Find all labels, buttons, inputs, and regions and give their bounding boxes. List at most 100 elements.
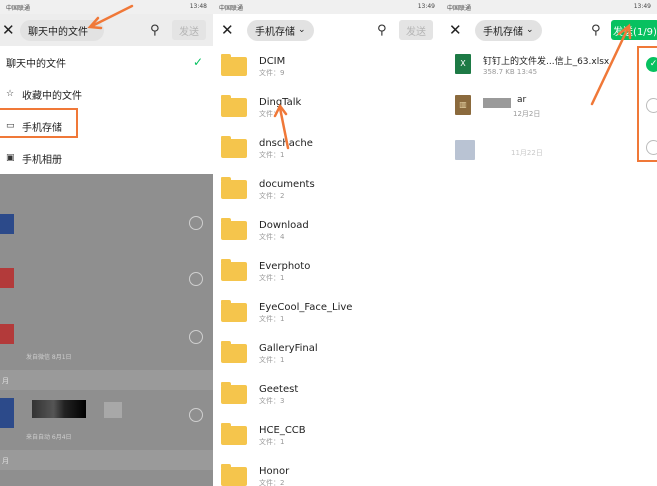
folder-row[interactable]: Download 文件：4	[213, 210, 441, 251]
folder-file-count: 文件：9	[259, 68, 285, 77]
top-bar: ✕ 手机存储 ⌄ ⚲ 发送	[213, 14, 441, 46]
folder-icon	[221, 300, 247, 322]
file-name: 钉钉上的文件发...信上_63.xlsx	[483, 57, 610, 67]
folder-text: documents 文件：2	[259, 179, 315, 201]
menu-item-chat-files[interactable]: 聊天中的文件 ✓	[0, 46, 213, 78]
folder-text: DingTalk 文件：	[259, 97, 301, 119]
folder-icon	[221, 464, 247, 486]
select-circle[interactable]	[189, 330, 203, 344]
month-divider: 月	[0, 450, 213, 470]
status-time: 13:48	[189, 3, 207, 10]
status-time: 13:49	[417, 3, 435, 10]
folder-icon	[221, 423, 247, 445]
file-row[interactable]: X 钉钉上的文件发...信上_63.xlsx 358.7 KB 13:45 ✓	[441, 48, 657, 90]
folder-row[interactable]: Geetest 文件：3	[213, 374, 441, 415]
folder-name: EyeCool_Face_Live	[259, 301, 353, 313]
folder-row[interactable]: HCE_CCB 文件：1	[213, 415, 441, 456]
source-menu: 聊天中的文件 ✓ ☆ 收藏中的文件 ▭ 手机存储 ▣ 手机相册	[0, 46, 213, 174]
folder-file-count: 文件：1	[259, 314, 285, 323]
folder-icon	[221, 177, 247, 199]
chevron-down-icon: ⌄	[298, 25, 306, 35]
select-circle[interactable]	[189, 272, 203, 286]
list-item	[0, 196, 213, 252]
menu-item-phone-album[interactable]: ▣ 手机相册	[0, 142, 213, 174]
folder-icon	[221, 382, 247, 404]
folder-row[interactable]: dnschache 文件：1	[213, 128, 441, 169]
folder-row[interactable]: documents 文件：2	[213, 169, 441, 210]
status-bar: 中国联通 13:48	[0, 0, 213, 14]
folder-text: dnschache 文件：1	[259, 138, 313, 160]
select-circle[interactable]	[189, 216, 203, 230]
top-bar: ✕ 手机存储 ⌄ ⚲ 发送(1/9)	[441, 14, 657, 46]
status-time: 13:49	[633, 3, 651, 10]
folder-file-count: 文件：	[259, 109, 280, 118]
list-item: 发自微信 8月1日	[0, 312, 213, 368]
folder-name: Everphoto	[259, 260, 311, 272]
folder-text: DCIM 文件：9	[259, 56, 285, 78]
list-item	[0, 254, 213, 310]
folder-row[interactable]: Honor 文件：2	[213, 456, 441, 486]
menu-item-label: 聊天中的文件	[6, 58, 66, 70]
send-button[interactable]: 发送(1/9)	[611, 20, 657, 40]
send-button[interactable]: 发送	[172, 20, 206, 40]
close-icon[interactable]: ✕	[221, 21, 239, 39]
folder-icon	[221, 54, 247, 76]
menu-item-phone-storage[interactable]: ▭ 手机存储	[0, 110, 213, 142]
select-checkbox[interactable]	[646, 140, 657, 155]
status-bar: 中国联通 13:49	[441, 0, 657, 14]
source-dropdown[interactable]: 聊天中的文件 ˆ	[20, 19, 104, 41]
folder-text: EyeCool_Face_Live 文件：1	[259, 302, 352, 324]
month-divider: 月	[0, 370, 213, 390]
folder-row[interactable]: DCIM 文件：9	[213, 46, 441, 87]
chevron-up-icon: ˆ	[91, 25, 96, 35]
file-date: 来自自动 6月4日	[26, 434, 72, 441]
folder-icon	[221, 95, 247, 117]
star-icon: ☆	[6, 89, 15, 99]
carrier-label: 中国联通	[6, 5, 31, 12]
file-thumbnail	[0, 268, 14, 288]
carrier-label: 中国联通	[447, 5, 472, 12]
top-bar: ✕ 聊天中的文件 ˆ ⚲ 发送	[0, 14, 213, 46]
folder-name: Honor	[259, 465, 290, 477]
file-meta: 12月2日	[513, 110, 541, 118]
select-checkbox-checked[interactable]: ✓	[646, 57, 657, 72]
send-button[interactable]: 发送	[399, 20, 433, 40]
select-circle[interactable]	[189, 408, 203, 422]
folder-row[interactable]: GalleryFinal 文件：1	[213, 333, 441, 374]
folder-file-count: 文件：1	[259, 437, 285, 446]
file-row[interactable]: 11月22日	[441, 132, 657, 174]
status-bar: 中国联通 13:49	[213, 0, 441, 14]
close-icon[interactable]: ✕	[2, 21, 20, 39]
folder-icon	[221, 136, 247, 158]
source-dropdown[interactable]: 手机存储 ⌄	[475, 19, 542, 41]
source-dropdown-label: 手机存储	[483, 26, 523, 38]
folder-name: DingTalk	[259, 96, 302, 108]
folder-name: dnschache	[259, 137, 313, 149]
close-icon[interactable]: ✕	[449, 21, 467, 39]
folder-row[interactable]: EyeCool_Face_Live 文件：1	[213, 292, 441, 333]
search-icon[interactable]: ⚲	[377, 23, 387, 38]
file-meta: 358.7 KB 13:45	[483, 68, 538, 76]
file-row[interactable]: ▥ ar 12月2日	[441, 90, 657, 132]
chevron-down-icon: ⌄	[526, 25, 534, 35]
source-dropdown-label: 聊天中的文件	[28, 26, 88, 38]
folder-name: documents	[259, 178, 315, 190]
folder-file-count: 文件：1	[259, 355, 285, 364]
blurred-image	[32, 400, 86, 418]
select-checkbox[interactable]	[646, 98, 657, 113]
search-icon[interactable]: ⚲	[150, 23, 160, 38]
image-thumbnail	[455, 140, 475, 160]
folder-file-count: 文件：4	[259, 232, 285, 241]
folder-file-count: 文件：1	[259, 273, 285, 282]
folder-row[interactable]: DingTalk 文件：	[213, 87, 441, 128]
menu-item-favorites[interactable]: ☆ 收藏中的文件	[0, 78, 213, 110]
folder-text: Everphoto 文件：1	[259, 261, 310, 283]
folder-row[interactable]: Everphoto 文件：1	[213, 251, 441, 292]
menu-item-label: 手机相册	[22, 154, 62, 166]
source-dropdown[interactable]: 手机存储 ⌄	[247, 19, 314, 41]
archive-icon: ▥	[455, 95, 471, 115]
menu-item-label: 收藏中的文件	[22, 90, 82, 102]
folder-file-count: 文件：3	[259, 396, 285, 405]
search-icon[interactable]: ⚲	[591, 23, 601, 38]
folder-icon	[221, 259, 247, 281]
